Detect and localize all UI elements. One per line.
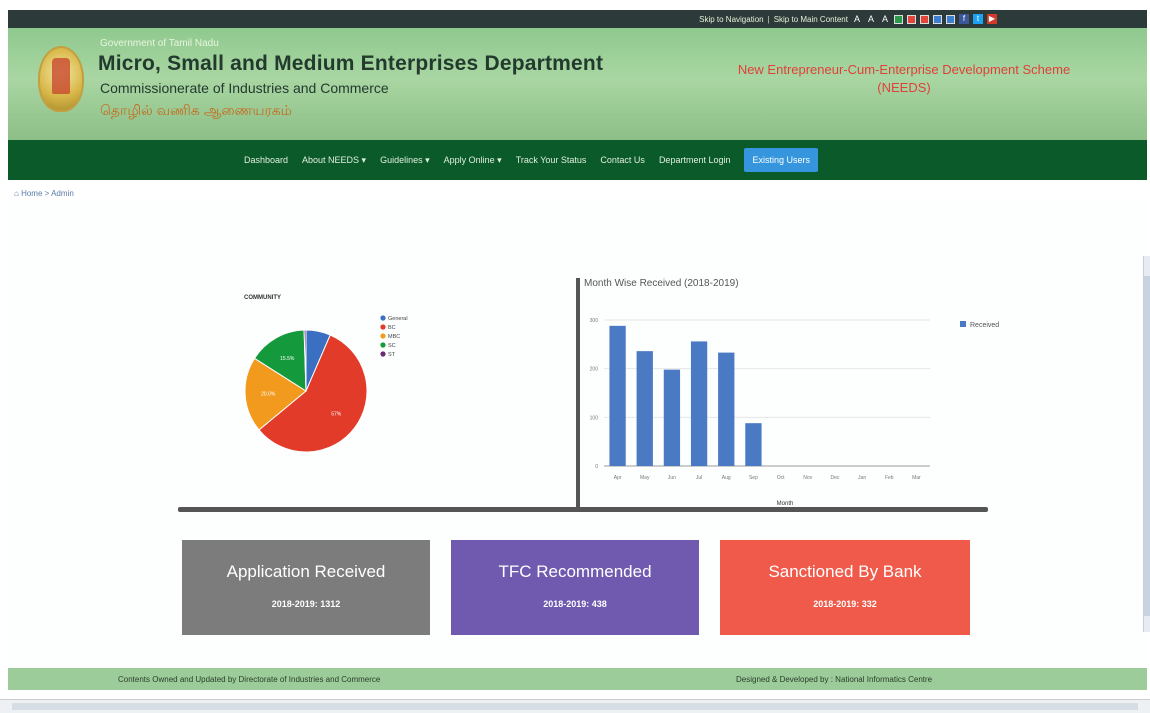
- bar-apr[interactable]: [609, 325, 626, 466]
- pie-legend-swatch: [380, 351, 386, 357]
- vertical-scrollbar[interactable]: [1143, 256, 1150, 632]
- bar-x-tick-label: Feb: [885, 475, 894, 481]
- existing-users-button[interactable]: Existing Users: [744, 148, 818, 172]
- tamil-nadu-emblem-logo: [38, 46, 84, 112]
- theme-navy-button[interactable]: [946, 14, 955, 24]
- bar-y-tick-label: 200: [590, 367, 599, 373]
- section-divider: [178, 507, 988, 512]
- pie-slice-label: 57%: [331, 412, 342, 418]
- site-footer: Contents Owned and Updated by Directorat…: [8, 668, 1147, 690]
- bar-x-tick-label: Sep: [749, 475, 758, 481]
- bar-x-tick-label: Dec: [830, 475, 839, 481]
- nav-guidelines[interactable]: Guidelines ▾: [380, 155, 430, 166]
- bar-x-tick-label: Apr: [614, 475, 622, 481]
- skip-to-navigation-link[interactable]: Skip to Navigation: [699, 15, 763, 24]
- bar-x-tick-label: May: [640, 475, 650, 481]
- scheme-title-line2: (NEEDS): [877, 80, 931, 95]
- breadcrumb: ⌂ Home > Admin: [14, 189, 74, 198]
- pie-legend-swatch: [380, 315, 386, 321]
- bar-chart-title: Month Wise Received (2018-2019): [584, 278, 739, 289]
- pie-slice-label: 20.0%: [261, 391, 276, 397]
- theme-green-button[interactable]: [894, 14, 903, 24]
- bar-x-tick-label: Jun: [668, 475, 676, 481]
- bar-x-tick-label: Oct: [777, 475, 785, 481]
- font-size-increase-button[interactable]: A: [880, 14, 890, 24]
- nav-apply-online[interactable]: Apply Online ▾: [444, 155, 502, 166]
- theme-red-button[interactable]: [907, 14, 916, 24]
- card-title: TFC Recommended: [498, 562, 652, 581]
- utility-bar: Skip to Navigation | Skip to Main Conten…: [8, 10, 1147, 28]
- scheme-title-line1: New Entrepreneur-Cum-Enterprise Developm…: [737, 62, 1071, 77]
- pie-legend-label[interactable]: MBC: [388, 334, 400, 340]
- vertical-scrollbar-thumb[interactable]: [1144, 276, 1150, 616]
- skip-to-main-content-link[interactable]: Skip to Main Content: [774, 15, 848, 24]
- pie-legend-label[interactable]: General: [388, 316, 408, 322]
- bar-y-tick-label: 300: [590, 318, 599, 324]
- scheme-title: New Entrepreneur-Cum-Enterprise Developm…: [684, 61, 1124, 97]
- nav-track-status[interactable]: Track Your Status: [516, 155, 587, 165]
- card-value: 2018-2019: 332: [813, 599, 877, 609]
- pie-legend-label[interactable]: BC: [388, 325, 396, 331]
- nav-about-needs[interactable]: About NEEDS ▾: [302, 155, 366, 166]
- bar-y-tick-label: 100: [590, 415, 599, 421]
- facebook-icon[interactable]: f: [959, 14, 969, 24]
- nav-department-login[interactable]: Department Login: [659, 155, 731, 165]
- twitter-icon[interactable]: t: [973, 14, 983, 24]
- government-label: Government of Tamil Nadu: [100, 38, 219, 49]
- site-header: Government of Tamil Nadu Micro, Small an…: [8, 28, 1147, 140]
- pie-legend-swatch: [380, 342, 386, 348]
- department-title: Micro, Small and Medium Enterprises Depa…: [98, 52, 604, 75]
- horizontal-scrollbar[interactable]: [0, 699, 1150, 713]
- bar-x-tick-label: Mar: [912, 475, 921, 481]
- pie-legend-swatch: [380, 333, 386, 339]
- bar-legend-swatch: [960, 321, 966, 327]
- bar-y-tick-label: 0: [595, 464, 598, 470]
- bar-x-tick-label: Aug: [722, 475, 731, 481]
- community-pie-chart: COMMUNITY 57% 20.0% 15.5% General BC MBC SC ST: [244, 295, 408, 453]
- footer-developer-text: Designed & Developed by : National Infor…: [736, 674, 933, 684]
- bar-legend-label: Received: [970, 322, 999, 329]
- footer-ownership-text: Contents Owned and Updated by Directorat…: [118, 674, 381, 684]
- month-wise-bar-chart: Month Wise Received (2018-2019) 0 100 200 3…: [576, 278, 999, 510]
- pie-legend-swatch: [380, 324, 386, 330]
- bar-jul[interactable]: [690, 341, 708, 466]
- nav-contact-us[interactable]: Contact Us: [600, 155, 645, 165]
- card-value: 2018-2019: 1312: [271, 599, 341, 609]
- home-icon[interactable]: ⌂: [14, 189, 19, 198]
- commissionerate-title: Commissionerate of Industries and Commer…: [100, 80, 389, 96]
- font-size-normal-button[interactable]: A: [866, 14, 876, 24]
- nav-dashboard[interactable]: Dashboard: [244, 155, 288, 165]
- separator: |: [767, 14, 770, 24]
- bar-jun[interactable]: [663, 369, 681, 466]
- bar-x-tick-label: Nov: [803, 475, 812, 481]
- bar-aug[interactable]: [718, 352, 735, 466]
- pie-slice-label: 15.5%: [280, 356, 295, 362]
- bar-x-tick-label: Jan: [858, 475, 866, 481]
- bar-may[interactable]: [636, 351, 653, 466]
- tfc-recommended-card[interactable]: TFC Recommended 2018-2019: 438: [451, 540, 699, 635]
- page: Skip to Navigation | Skip to Main Conten…: [0, 0, 1150, 713]
- bar-x-tick-label: Jul: [696, 475, 702, 481]
- bar-sep[interactable]: [745, 423, 762, 466]
- sanctioned-by-bank-card[interactable]: Sanctioned By Bank 2018-2019: 332: [720, 540, 970, 635]
- application-received-card[interactable]: Application Received 2018-2019: 1312: [182, 540, 430, 635]
- main-navigation: Dashboard About NEEDS ▾ Guidelines ▾ App…: [8, 140, 1147, 180]
- card-title: Application Received: [226, 562, 386, 581]
- tamil-title: தொழில் வணிக ஆணையரகம்: [100, 102, 292, 118]
- font-size-decrease-button[interactable]: A: [852, 14, 862, 24]
- theme-blue-button[interactable]: [933, 14, 942, 24]
- card-value: 2018-2019: 438: [543, 599, 607, 609]
- pie-title: COMMUNITY: [244, 295, 281, 301]
- breadcrumb-text[interactable]: Home > Admin: [21, 189, 74, 198]
- card-title: Sanctioned By Bank: [768, 562, 922, 581]
- pie-legend-label[interactable]: SC: [388, 343, 396, 349]
- pie-legend-label[interactable]: ST: [388, 352, 396, 358]
- youtube-icon[interactable]: ▶: [987, 14, 997, 24]
- theme-orange-button[interactable]: [920, 14, 929, 24]
- horizontal-scrollbar-thumb[interactable]: [12, 703, 1138, 710]
